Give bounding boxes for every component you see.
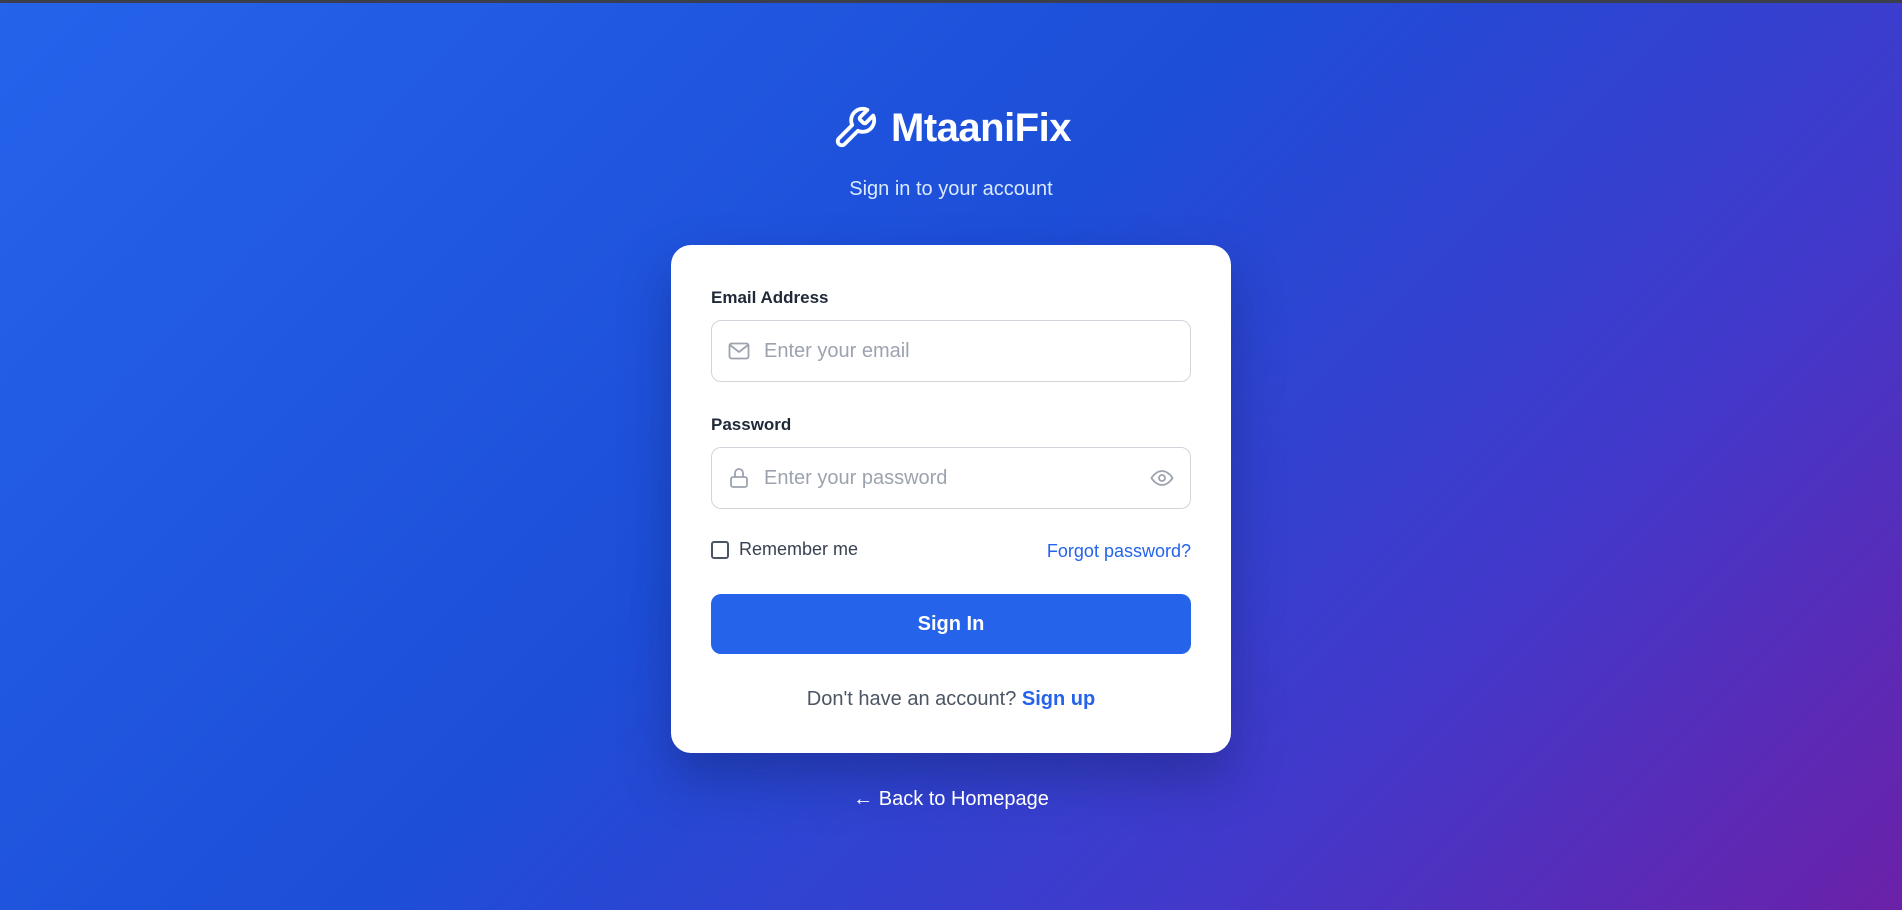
page-subtitle: Sign in to your account [849, 178, 1053, 200]
remember-checkbox[interactable] [711, 540, 729, 559]
lock-icon [726, 465, 752, 491]
email-field[interactable] [711, 320, 1191, 382]
password-label: Password [711, 415, 792, 434]
back-to-homepage-link[interactable]: ← Back to Homepage [0, 788, 1902, 811]
email-label: Email Address [711, 288, 829, 307]
eye-icon[interactable] [1148, 464, 1176, 492]
window-top-border [0, 0, 1902, 3]
mail-icon [726, 338, 752, 364]
signup-prompt: Don't have an account? [806, 688, 1022, 710]
signup-row: Don't have an account? Sign up [671, 688, 1231, 711]
sign-in-button[interactable]: Sign In [711, 594, 1191, 654]
email-input[interactable] [762, 338, 1190, 364]
remember-me: Remember me [711, 539, 858, 560]
password-field[interactable] [711, 447, 1191, 509]
password-input[interactable] [762, 465, 1148, 491]
login-card: Email Address Password Remember me [671, 245, 1231, 753]
sign-up-link[interactable]: Sign up [1022, 688, 1095, 710]
brand-header: MtaaniFix [0, 104, 1902, 152]
brand-name: MtaaniFix [891, 105, 1071, 150]
remember-label[interactable]: Remember me [739, 539, 858, 560]
wrench-icon [831, 104, 879, 152]
forgot-password-link[interactable]: Forgot password? [1047, 541, 1191, 562]
